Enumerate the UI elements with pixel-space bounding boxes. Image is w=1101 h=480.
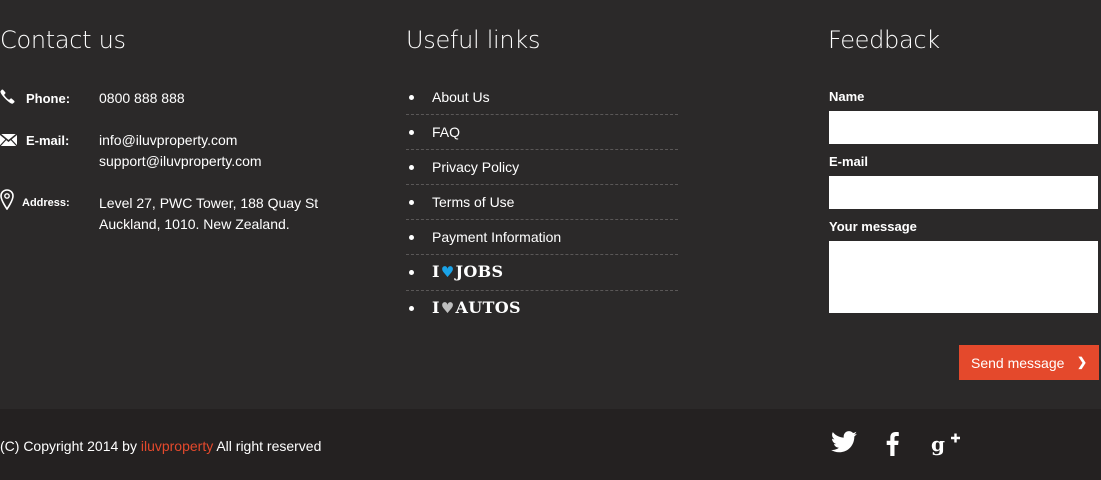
copyright-text: (C) Copyright 2014 by iluvproperty All r… [0, 438, 321, 454]
email-link-support[interactable]: support@iluvproperty.com [99, 153, 262, 169]
heart-icon: ♥ [440, 263, 455, 281]
bullet-icon [409, 306, 414, 311]
bullet-icon [409, 165, 414, 170]
address-label: Address: [22, 197, 70, 209]
useful-links-title: Useful links [406, 26, 541, 54]
message-label: Your message [829, 219, 917, 234]
brand-suffix: JOBS [455, 262, 504, 281]
link-faq[interactable]: FAQ [432, 124, 460, 140]
list-item: FAQ [406, 115, 678, 150]
contact-title: Contact us [0, 26, 126, 54]
phone-icon [0, 89, 16, 105]
address-value: Level 27, PWC Tower, 188 Quay St Aucklan… [99, 193, 318, 235]
copyright-brand-link[interactable]: iluvproperty [141, 438, 213, 454]
map-pin-icon [0, 189, 16, 211]
brand-suffix: AUTOS [455, 298, 521, 317]
bullet-icon [409, 270, 414, 275]
useful-links-list: About Us FAQ Privacy Policy Terms of Use… [406, 80, 678, 327]
list-item: Privacy Policy [406, 150, 678, 185]
bullet-icon [409, 95, 414, 100]
twitter-icon[interactable] [831, 431, 857, 453]
svg-text:g: g [931, 432, 945, 456]
phone-value[interactable]: 0800 888 888 [99, 88, 185, 109]
feedback-title: Feedback [828, 26, 940, 54]
footer-bar: (C) Copyright 2014 by iluvproperty All r… [0, 409, 1101, 480]
i-love-jobs-link[interactable]: I♥JOBS [432, 262, 503, 281]
email-label: E-mail: [26, 133, 70, 148]
facebook-icon[interactable] [886, 432, 899, 456]
address-line-1: Level 27, PWC Tower, 188 Quay St [99, 195, 319, 211]
list-item: I♥JOBS [406, 255, 678, 291]
link-about-us[interactable]: About Us [432, 89, 490, 105]
brand-prefix: I [432, 298, 440, 317]
link-payment-information[interactable]: Payment Information [432, 229, 561, 245]
email-field[interactable] [829, 176, 1098, 209]
address-line-2: Auckland, 1010. New Zealand. [99, 216, 290, 232]
copyright-suffix: All right reserved [213, 438, 322, 454]
google-plus-icon[interactable]: g [931, 431, 961, 457]
chevron-right-icon: ❯ [1076, 355, 1087, 369]
brand-prefix: I [432, 262, 440, 281]
name-label: Name [829, 89, 865, 104]
name-field[interactable] [829, 111, 1098, 144]
bullet-icon [409, 130, 414, 135]
link-privacy-policy[interactable]: Privacy Policy [432, 159, 519, 175]
heart-icon: ♥ [440, 299, 455, 317]
phone-label: Phone: [26, 91, 71, 106]
message-textarea[interactable] [829, 241, 1098, 313]
email-field-label: E-mail [829, 154, 869, 169]
bullet-icon [409, 200, 414, 205]
bullet-icon [409, 235, 414, 240]
list-item: About Us [406, 80, 678, 115]
list-item: Payment Information [406, 220, 678, 255]
email-link-info[interactable]: info@iluvproperty.com [99, 132, 237, 148]
mail-icon [0, 133, 18, 149]
copyright-prefix: (C) Copyright 2014 by [0, 438, 141, 454]
i-love-autos-link[interactable]: I♥AUTOS [432, 298, 521, 317]
send-message-label: Send message [971, 354, 1065, 371]
email-values: info@iluvproperty.com support@iluvproper… [99, 130, 262, 172]
link-terms-of-use[interactable]: Terms of Use [432, 194, 514, 210]
list-item: Terms of Use [406, 185, 678, 220]
list-item: I♥AUTOS [406, 291, 678, 327]
send-message-button[interactable]: Send message ❯ [959, 345, 1099, 380]
